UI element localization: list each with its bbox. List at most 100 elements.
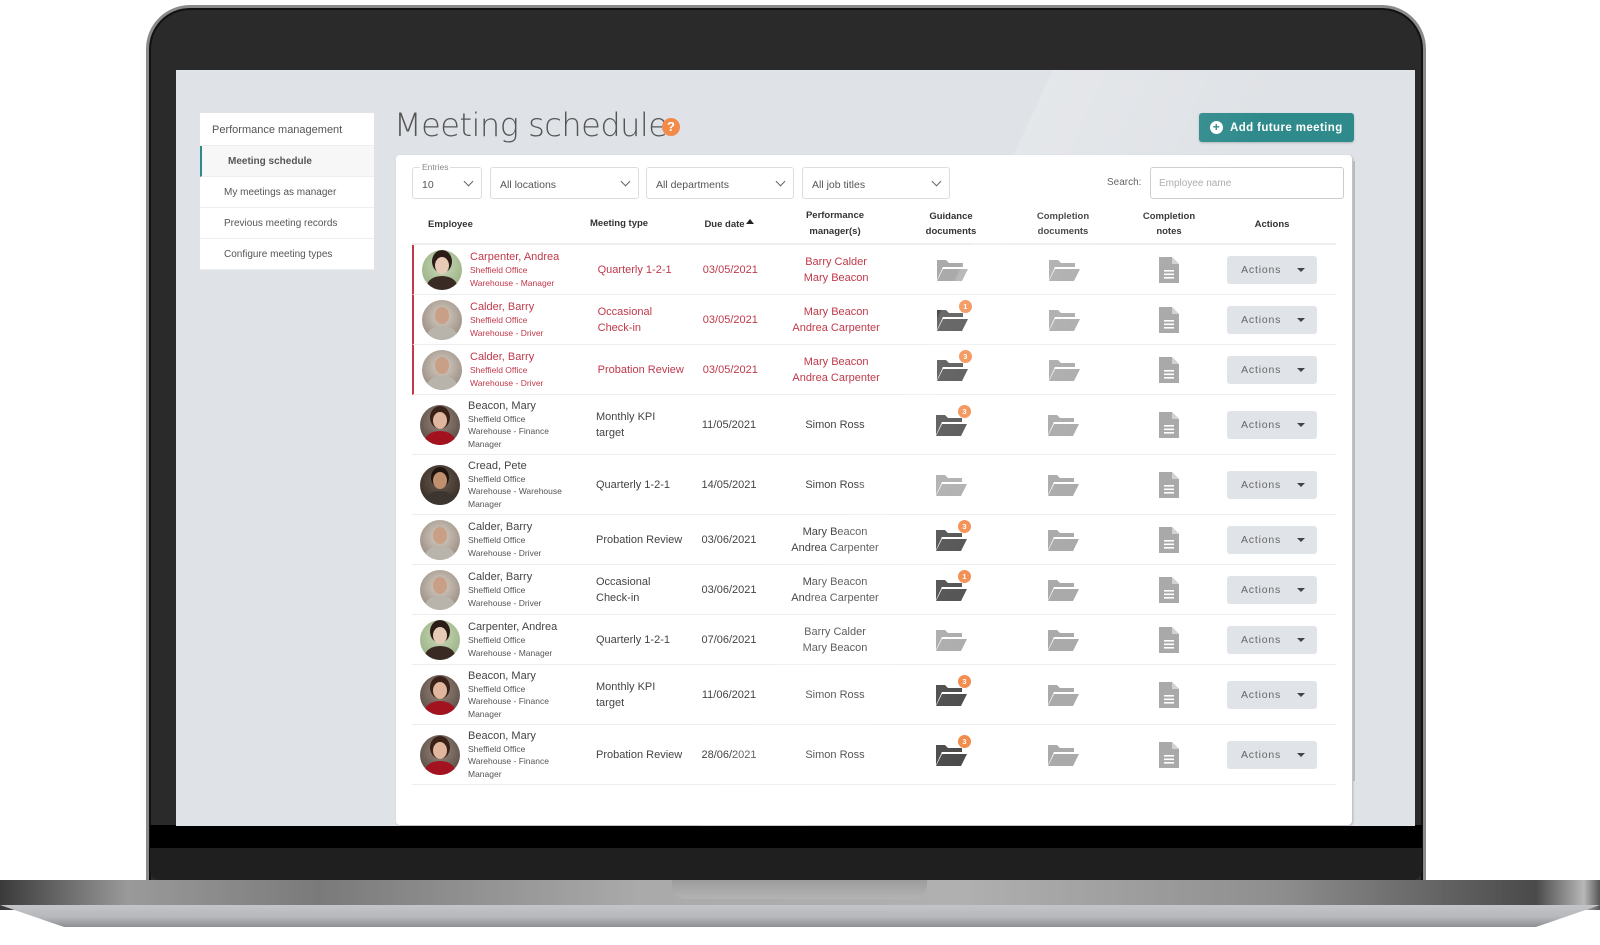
actions-dropdown-button[interactable]: Actions xyxy=(1227,255,1318,284)
guidance-folder-icon[interactable] xyxy=(934,628,968,652)
col-header-meeting-type[interactable]: Meeting type xyxy=(590,216,694,232)
document-icon[interactable] xyxy=(1158,626,1180,654)
caret-down-icon xyxy=(1297,537,1305,542)
col-header-actions: Actions xyxy=(1254,218,1290,230)
completion-notes-cell xyxy=(1130,626,1208,654)
performance-managers: Mary Beacon Andrea Carpenter xyxy=(764,574,906,606)
completion-folder-icon[interactable] xyxy=(1046,578,1080,602)
table-row[interactable]: Calder, Barry Sheffield Office Warehouse… xyxy=(412,565,1336,615)
guidance-folder-icon[interactable] xyxy=(934,473,968,497)
completion-folder-icon[interactable] xyxy=(1046,413,1080,437)
table-row[interactable]: Beacon, Mary Sheffield Office Warehouse … xyxy=(412,395,1336,455)
col-header-employee[interactable]: Employee xyxy=(412,217,590,232)
col-header-completion-notes[interactable]: Completion notes xyxy=(1130,209,1208,239)
guidance-folder-icon[interactable]: 3 xyxy=(934,519,971,552)
scrollbar[interactable] xyxy=(1353,161,1355,781)
table-row[interactable]: Carpenter, Andrea Sheffield Office Wareh… xyxy=(412,615,1336,665)
performance-managers: Mary Beacon Andrea Carpenter xyxy=(765,354,907,386)
actions-cell: Actions xyxy=(1208,740,1336,769)
table-row[interactable]: Calder, Barry Sheffield Office Warehouse… xyxy=(412,345,1336,395)
actions-dropdown-button[interactable]: Actions xyxy=(1227,410,1317,439)
guidance-folder-icon[interactable]: 1 xyxy=(935,299,972,332)
col-header-due-date[interactable]: Due date xyxy=(694,217,764,232)
table-row[interactable]: Carpenter, Andrea Sheffield Office Wareh… xyxy=(412,245,1336,295)
col-header-guidance-documents[interactable]: Guidance documents xyxy=(906,209,996,239)
actions-dropdown-button[interactable]: Actions xyxy=(1227,355,1318,384)
guidance-folder-icon[interactable]: 3 xyxy=(934,734,971,767)
chevron-down-icon xyxy=(931,176,942,187)
location-select[interactable]: All locations xyxy=(490,167,639,199)
search-input[interactable] xyxy=(1150,167,1344,199)
sidebar-item-configure-meeting-types[interactable]: Configure meeting types xyxy=(200,239,374,270)
meeting-type: Quarterly 1-2-1 xyxy=(590,632,694,648)
document-icon[interactable] xyxy=(1158,306,1180,334)
col-header-completion-documents[interactable]: Completion documents xyxy=(996,209,1130,239)
completion-folder-icon[interactable] xyxy=(1047,258,1081,282)
document-icon[interactable] xyxy=(1158,681,1180,709)
table-row[interactable]: Cread, Pete Sheffield Office Warehouse -… xyxy=(412,455,1336,515)
guidance-folder-icon[interactable]: 3 xyxy=(934,404,971,437)
sidebar-item-previous-meeting-records[interactable]: Previous meeting records xyxy=(200,208,374,239)
entries-select[interactable]: Entries 10 xyxy=(412,162,482,199)
table-row[interactable]: Beacon, Mary Sheffield Office Warehouse … xyxy=(412,665,1336,725)
employee-name[interactable]: Carpenter, Andrea xyxy=(470,250,559,264)
due-date: 03/05/2021 xyxy=(702,363,758,376)
completion-folder-icon[interactable] xyxy=(1046,683,1080,707)
table-row[interactable]: Calder, Barry Sheffield Office Warehouse… xyxy=(412,515,1336,565)
meeting-type-line1: Occasional xyxy=(597,305,653,318)
department-select[interactable]: All departments xyxy=(646,167,794,199)
add-future-meeting-button[interactable]: + Add future meeting xyxy=(1199,113,1354,142)
help-icon[interactable]: ? xyxy=(662,118,680,136)
completion-folder-icon[interactable] xyxy=(1046,743,1080,767)
document-icon[interactable] xyxy=(1158,471,1180,499)
guidance-folder-icon[interactable] xyxy=(935,258,969,282)
manager-name: Andrea Carpenter xyxy=(792,321,880,334)
actions-dropdown-button[interactable]: Actions xyxy=(1227,470,1317,499)
employee-name[interactable]: Beacon, Mary xyxy=(468,729,549,743)
actions-cell: Actions xyxy=(1208,575,1336,604)
employee-name[interactable]: Calder, Barry xyxy=(468,520,541,534)
job-title-select[interactable]: All job titles xyxy=(802,167,950,199)
employee-cell: Beacon, Mary Sheffield Office Warehouse … xyxy=(412,399,590,451)
guidance-folder-icon[interactable]: 1 xyxy=(934,569,971,602)
employee-name[interactable]: Calder, Barry xyxy=(468,570,541,584)
performance-managers: Simon Ross xyxy=(764,417,906,433)
document-icon[interactable] xyxy=(1158,411,1180,439)
completion-folder-icon[interactable] xyxy=(1046,628,1080,652)
completion-folder-icon[interactable] xyxy=(1047,308,1081,332)
employee-name[interactable]: Calder, Barry xyxy=(470,300,543,314)
completion-folder-icon[interactable] xyxy=(1047,358,1081,382)
employee-name[interactable]: Beacon, Mary xyxy=(468,399,549,413)
col-header-performance-managers[interactable]: Performance manager(s) xyxy=(764,208,906,240)
employee-name[interactable]: Calder, Barry xyxy=(470,350,543,364)
avatar xyxy=(422,299,462,340)
employee-name[interactable]: Cread, Pete xyxy=(468,459,562,473)
actions-dropdown-button[interactable]: Actions xyxy=(1227,525,1317,554)
guidance-folder-icon[interactable]: 3 xyxy=(935,349,972,382)
employee-office: Sheffield Office xyxy=(470,365,528,375)
meeting-type: Monthly KPI target xyxy=(590,409,694,441)
document-icon[interactable] xyxy=(1158,256,1180,284)
avatar xyxy=(422,249,462,290)
actions-dropdown-button[interactable]: Actions xyxy=(1227,305,1318,334)
actions-dropdown-button[interactable]: Actions xyxy=(1227,680,1317,709)
performance-managers: Mary Beacon Andrea Carpenter xyxy=(764,524,906,556)
document-icon[interactable] xyxy=(1158,526,1180,554)
manager-name: Mary Beacon xyxy=(802,575,868,588)
sidebar-item-meeting-schedule[interactable]: Meeting schedule xyxy=(200,146,374,177)
employee-name[interactable]: Carpenter, Andrea xyxy=(468,620,557,634)
avatar xyxy=(420,734,460,775)
sidebar-item-my-meetings-as-manager[interactable]: My meetings as manager xyxy=(200,177,374,208)
guidance-folder-icon[interactable]: 3 xyxy=(934,674,971,707)
table-row[interactable]: Calder, Barry Sheffield Office Warehouse… xyxy=(412,295,1336,345)
completion-folder-icon[interactable] xyxy=(1046,473,1080,497)
document-icon[interactable] xyxy=(1158,576,1180,604)
completion-folder-icon[interactable] xyxy=(1046,528,1080,552)
actions-dropdown-button[interactable]: Actions xyxy=(1227,625,1317,654)
table-row[interactable]: Beacon, Mary Sheffield Office Warehouse … xyxy=(412,725,1336,785)
document-icon[interactable] xyxy=(1158,741,1180,769)
employee-name[interactable]: Beacon, Mary xyxy=(468,669,549,683)
actions-dropdown-button[interactable]: Actions xyxy=(1227,740,1317,769)
actions-dropdown-button[interactable]: Actions xyxy=(1227,575,1317,604)
document-icon[interactable] xyxy=(1158,356,1180,384)
